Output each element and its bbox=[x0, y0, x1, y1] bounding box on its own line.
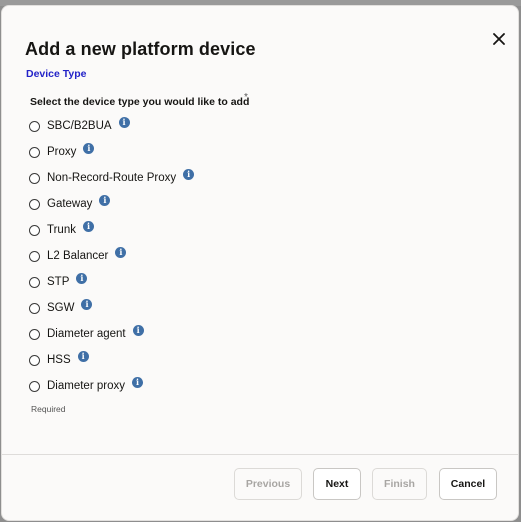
info-icon[interactable]: i bbox=[77, 350, 89, 362]
radio-button[interactable] bbox=[29, 172, 40, 184]
option-proxy[interactable]: Proxy i bbox=[29, 142, 95, 162]
option-label: SGW bbox=[47, 302, 75, 314]
info-icon[interactable]: i bbox=[132, 324, 144, 336]
info-icon[interactable]: i bbox=[183, 168, 195, 180]
next-button[interactable]: Next bbox=[313, 468, 361, 500]
required-note: Required bbox=[31, 404, 66, 414]
radio-button[interactable] bbox=[29, 120, 40, 132]
option-label: Non-Record-Route Proxy bbox=[47, 172, 177, 184]
option-label: Proxy bbox=[47, 146, 77, 158]
radio-button[interactable] bbox=[29, 146, 40, 158]
option-label: L2 Balancer bbox=[47, 250, 109, 262]
option-label: HSS bbox=[47, 354, 71, 366]
option-l2-balancer[interactable]: L2 Balancer i bbox=[29, 246, 127, 266]
radio-button[interactable] bbox=[29, 380, 40, 392]
option-non-record-route-proxy[interactable]: Non-Record-Route Proxy i bbox=[29, 168, 195, 188]
option-label: Diameter proxy bbox=[47, 380, 125, 392]
radio-button[interactable] bbox=[29, 302, 40, 314]
radio-button[interactable] bbox=[29, 250, 40, 262]
info-icon[interactable]: i bbox=[118, 116, 130, 128]
close-button[interactable] bbox=[486, 26, 512, 52]
option-diameter-agent[interactable]: Diameter agent i bbox=[29, 324, 144, 344]
info-icon[interactable]: i bbox=[99, 194, 111, 206]
option-hss[interactable]: HSS i bbox=[29, 350, 89, 370]
dialog-title: Add a new platform device bbox=[25, 39, 256, 59]
finish-button[interactable]: Finish bbox=[372, 468, 427, 500]
info-icon[interactable]: i bbox=[82, 220, 94, 232]
previous-button[interactable]: Previous bbox=[234, 468, 302, 500]
info-icon[interactable]: i bbox=[76, 272, 88, 284]
info-icon[interactable]: i bbox=[115, 246, 127, 258]
footer-divider bbox=[2, 454, 518, 455]
info-icon[interactable]: i bbox=[131, 376, 143, 388]
option-stp[interactable]: STP i bbox=[29, 272, 88, 292]
close-icon bbox=[493, 33, 505, 45]
option-label: Gateway bbox=[47, 198, 93, 210]
radio-button[interactable] bbox=[29, 198, 40, 210]
option-diameter-proxy[interactable]: Diameter proxy i bbox=[29, 376, 143, 396]
info-icon[interactable]: i bbox=[81, 298, 93, 310]
step-label: Device Type bbox=[26, 68, 87, 80]
option-gateway[interactable]: Gateway i bbox=[29, 194, 111, 214]
option-label: Trunk bbox=[47, 224, 76, 236]
option-label: SBC/B2BUA bbox=[47, 120, 112, 132]
radio-button[interactable] bbox=[29, 354, 40, 366]
device-type-question: Select the device type you would like to… bbox=[30, 96, 250, 108]
required-marker: * bbox=[244, 92, 248, 103]
radio-button[interactable] bbox=[29, 224, 40, 236]
option-sgw[interactable]: SGW i bbox=[29, 298, 93, 318]
option-label: Diameter agent bbox=[47, 328, 126, 340]
option-trunk[interactable]: Trunk i bbox=[29, 220, 94, 240]
radio-button[interactable] bbox=[29, 328, 40, 340]
add-platform-device-dialog: Add a new platform device Device Type Se… bbox=[1, 5, 519, 521]
cancel-button[interactable]: Cancel bbox=[439, 468, 497, 500]
info-icon[interactable]: i bbox=[83, 142, 95, 154]
radio-button[interactable] bbox=[29, 276, 40, 288]
option-sbc-b2bua[interactable]: SBC/B2BUA i bbox=[29, 116, 130, 136]
option-label: STP bbox=[47, 276, 70, 288]
